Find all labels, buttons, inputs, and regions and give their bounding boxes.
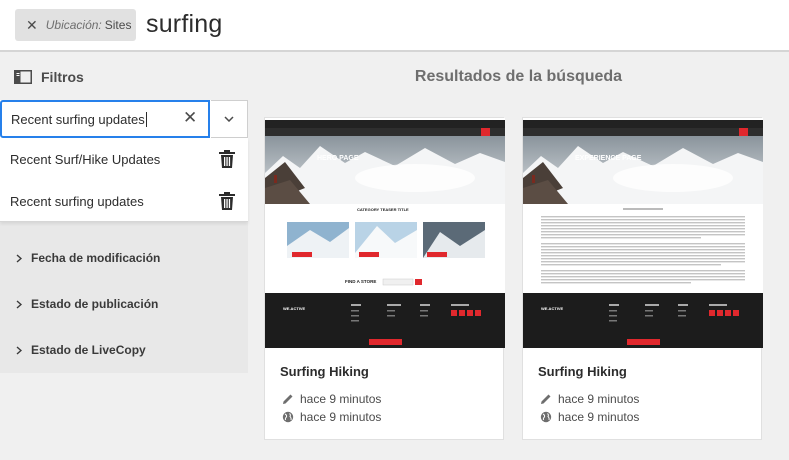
location-tag-label: Ubicación: [45,18,102,32]
modified-time: hace 9 minutos [540,392,639,406]
saved-search-menu: Recent Surf/Hike Updates Recent surfing … [0,138,248,222]
search-bar: ✕ Ubicación: Sites surfing [0,0,789,52]
published-time: hace 9 minutos [540,410,639,424]
modified-time: hace 9 minutos [282,392,381,406]
chevron-right-icon [16,345,22,355]
filter-section-livecopy-status[interactable]: Estado de LiveCopy [0,327,248,373]
thumb-subheading: CATEGORY TEASER TITLE [357,207,409,212]
published-time-text: hace 9 minutos [300,410,382,424]
filter-section-label: Fecha de modificación [31,251,161,265]
filter-section-publication-status[interactable]: Estado de publicación [0,281,248,327]
thumb-brand: WE.ACTIVE [283,306,306,311]
page-thumbnail: HERO PAGE CATEGORY TEASER TITLE FIND A S… [265,118,505,348]
saved-search-input[interactable]: Recent surfing updates [0,100,210,138]
pencil-icon [541,394,551,404]
published-time-text: hace 9 minutos [558,410,640,424]
search-input[interactable]: surfing [146,10,222,39]
location-tag-value: Sites [104,18,132,32]
result-card[interactable]: HERO PAGE CATEGORY TEASER TITLE FIND A S… [264,117,505,440]
saved-search-item-label: Recent surfing updates [10,193,144,209]
saved-search-combobox: Recent surfing updates ✕ [0,100,248,138]
saved-search-item-label: Recent Surf/Hike Updates [10,151,161,167]
result-card[interactable]: EXPERIENCE PAGE WE.ACTIVE Surfing Hiking… [522,117,763,440]
filter-section-modified-date[interactable]: Fecha de modificación [0,235,248,281]
close-icon[interactable]: ✕ [26,17,38,34]
trash-icon[interactable] [219,192,235,210]
chevron-down-icon [224,116,234,122]
page-thumbnail: EXPERIENCE PAGE WE.ACTIVE [523,118,763,348]
globe-icon [540,411,552,423]
filter-section-label: Estado de publicación [31,297,159,311]
chevron-right-icon [16,253,22,263]
thumb-brand: WE.ACTIVE [541,306,564,311]
published-time: hace 9 minutos [282,410,381,424]
card-title: Surfing Hiking [538,364,627,379]
filter-section-label: Estado de LiveCopy [31,343,146,357]
modified-time-text: hace 9 minutos [300,392,382,406]
saved-search-dropdown-button[interactable] [211,100,248,138]
filters-title: Filtros [41,69,84,85]
saved-search-value: Recent surfing updates [11,111,145,127]
filters-header: Filtros [0,54,248,100]
card-title: Surfing Hiking [280,364,369,379]
trash-icon[interactable] [219,150,235,168]
saved-search-item[interactable]: Recent Surf/Hike Updates [0,138,248,180]
location-tag[interactable]: ✕ Ubicación: Sites [15,9,136,41]
clear-icon[interactable]: ✕ [183,108,197,128]
thumb-find: FIND A STORE [345,279,376,284]
text-caret [145,111,147,127]
thumb-heading: HERO PAGE [317,155,359,162]
modified-time-text: hace 9 minutos [558,392,640,406]
globe-icon [282,411,294,423]
results-title: Resultados de la búsqueda [414,68,623,85]
saved-search-item[interactable]: Recent surfing updates [0,180,248,222]
pencil-icon [283,394,293,404]
chevron-right-icon [16,299,22,309]
filter-panel-icon[interactable] [14,70,32,84]
thumb-heading: EXPERIENCE PAGE [575,155,642,162]
